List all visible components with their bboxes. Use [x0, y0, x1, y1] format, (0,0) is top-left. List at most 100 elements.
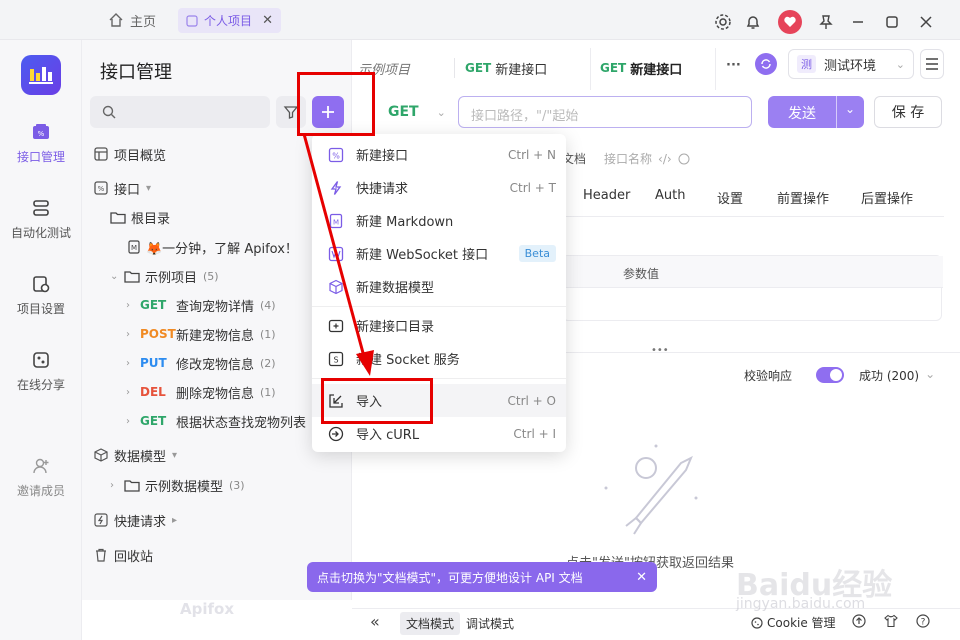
rail-label: 在线分享: [16, 378, 65, 392]
method-badge: DEL: [140, 385, 166, 399]
search-icon: [102, 105, 116, 119]
maximize-icon[interactable]: [884, 14, 900, 30]
tree-count: (5): [203, 269, 219, 283]
tree-item-recycle[interactable]: 回收站: [94, 543, 153, 567]
tree-endpoint[interactable]: › DEL 删除宠物信息 (1): [126, 380, 276, 404]
tree-item-example-project[interactable]: ⌄ 示例项目 (5): [110, 264, 219, 288]
avatar[interactable]: [778, 10, 802, 34]
upload-icon[interactable]: [852, 614, 866, 628]
tab-auth[interactable]: Auth: [655, 188, 685, 203]
tab-header[interactable]: Header: [583, 188, 630, 203]
gear-icon[interactable]: [714, 13, 732, 31]
tree-item-quick-requests[interactable]: 快捷请求 ▸: [94, 508, 186, 532]
svg-text:%: %: [38, 130, 45, 138]
url-input[interactable]: 接口路径，"/"起始: [458, 96, 752, 128]
close-window-icon[interactable]: [918, 14, 934, 30]
send-button[interactable]: 发送 ⌄: [768, 96, 864, 128]
menu-shortcut: Ctrl + T: [509, 180, 556, 195]
environment-select[interactable]: 测 测试环境 ⌄: [788, 49, 914, 79]
rail-api-management[interactable]: % 接口管理: [0, 122, 82, 165]
endpoint-name: 删除宠物信息: [176, 386, 255, 402]
collapse-sidebar-icon[interactable]: «: [370, 612, 380, 631]
tab-label: 新建接口: [630, 62, 683, 78]
tab-new-api-1[interactable]: GET 新建接口: [465, 48, 547, 88]
window-controls: [714, 10, 934, 34]
tab-new-api-2-active[interactable]: GET 新建接口: [600, 48, 682, 88]
tree-item-example-models[interactable]: › 示例数据模型 (3): [110, 473, 245, 497]
tree-endpoint[interactable]: › GET 根据状态查找宠物列表: [126, 409, 312, 433]
doc-mode-button[interactable]: 文档模式: [400, 612, 461, 635]
tab-settings[interactable]: 设置: [717, 188, 743, 207]
help-icon: [678, 153, 690, 164]
tree-endpoint[interactable]: › POST 新建宠物信息 (1): [126, 322, 276, 346]
rail-online-share[interactable]: 在线分享: [0, 350, 82, 393]
send-label: 发送: [788, 106, 816, 122]
menu-button[interactable]: [920, 49, 944, 79]
save-button[interactable]: 保 存: [874, 96, 942, 128]
refresh-icon: [761, 59, 771, 69]
close-tab-icon[interactable]: ✕: [262, 13, 273, 28]
param-value-header: 参数值: [623, 267, 660, 281]
chevron-down-icon[interactable]: ⌄: [845, 102, 855, 116]
rail-automation[interactable]: 自动化测试: [0, 198, 82, 241]
cookie-label: Cookie 管理: [767, 616, 836, 630]
caret-down-icon: ▾: [172, 449, 178, 461]
endpoint-name: 根据状态查找宠物列表: [176, 415, 307, 431]
api-folder-icon: %: [94, 181, 108, 195]
project-tab[interactable]: 个人项目 ✕: [178, 8, 281, 33]
markdown-icon: M: [128, 240, 140, 254]
tab-pre-ops[interactable]: 前置操作: [777, 188, 829, 207]
status-value: 成功 (200): [859, 369, 920, 383]
search-input[interactable]: [90, 96, 270, 128]
rail-label: 邀请成员: [16, 484, 65, 498]
endpoint-name: 修改宠物信息: [176, 357, 255, 373]
chevron-down-icon: ⌄: [436, 105, 446, 119]
tree-endpoint[interactable]: › GET 查询宠物详情 (4): [126, 293, 276, 317]
method-value: GET: [388, 104, 419, 120]
pin-icon[interactable]: [818, 14, 834, 30]
endpoint-count: (4): [260, 298, 276, 312]
endpoint-count: (1): [260, 327, 276, 341]
method-select[interactable]: GET ⌄: [378, 96, 458, 128]
rail-invite-members[interactable]: 邀请成员: [0, 456, 82, 499]
project-icon: [186, 14, 198, 27]
annotation-arrow-icon: [302, 133, 374, 376]
menu-shortcut: Ctrl + N: [507, 147, 556, 162]
minimize-icon[interactable]: [850, 14, 866, 30]
validate-label: 校验响应: [744, 369, 793, 383]
status-select[interactable]: 成功 (200) ⌄: [859, 367, 935, 384]
tree-item-overview[interactable]: 项目概览: [94, 142, 166, 166]
rail-project-settings[interactable]: 项目设置: [0, 274, 82, 317]
tab-post-ops[interactable]: 后置操作: [861, 188, 913, 207]
cookie-manager[interactable]: Cookie 管理: [751, 614, 836, 631]
tree-item-apis[interactable]: % 接口 ▾: [94, 176, 160, 200]
home-tab[interactable]: 主页: [108, 8, 156, 32]
shirt-icon[interactable]: [884, 614, 898, 628]
tree-label: 示例数据模型: [145, 479, 224, 495]
close-tip-icon[interactable]: ✕: [636, 570, 647, 585]
tree-endpoint[interactable]: › PUT 修改宠物信息 (2): [126, 351, 276, 375]
bell-icon[interactable]: [744, 13, 762, 31]
help-icon[interactable]: ?: [916, 614, 930, 628]
tree-item-root[interactable]: 根目录: [110, 205, 170, 229]
tree-item-data-models[interactable]: 数据模型 ▾: [94, 443, 186, 467]
tab-method: GET: [465, 61, 492, 75]
api-name-field[interactable]: 接口名称 ‹/›: [604, 150, 690, 167]
caret-down-icon: ▾: [146, 182, 152, 194]
params-table: 参数值: [562, 255, 943, 321]
bar-logo-icon: [29, 67, 53, 84]
sync-button[interactable]: [755, 53, 777, 75]
debug-mode-button[interactable]: 调试模式: [460, 612, 520, 635]
lightning-icon: [94, 513, 108, 527]
more-tabs-icon[interactable]: ···: [726, 58, 741, 73]
caret-right-icon: ›: [126, 328, 130, 340]
menu-label: 导入 cURL: [356, 428, 420, 443]
rail-label: 项目设置: [16, 302, 65, 316]
tree-item-intro-doc[interactable]: M 🦊一分钟，了解 Apifox！: [128, 235, 298, 259]
caret-down-icon: ⌄: [110, 270, 119, 282]
validate-toggle[interactable]: [816, 367, 844, 383]
splitter-dots-icon[interactable]: •••: [651, 345, 669, 356]
endpoint-name: 查询宠物详情: [176, 299, 255, 315]
tree-label: 根目录: [131, 211, 171, 227]
settings-icon: [33, 276, 50, 293]
